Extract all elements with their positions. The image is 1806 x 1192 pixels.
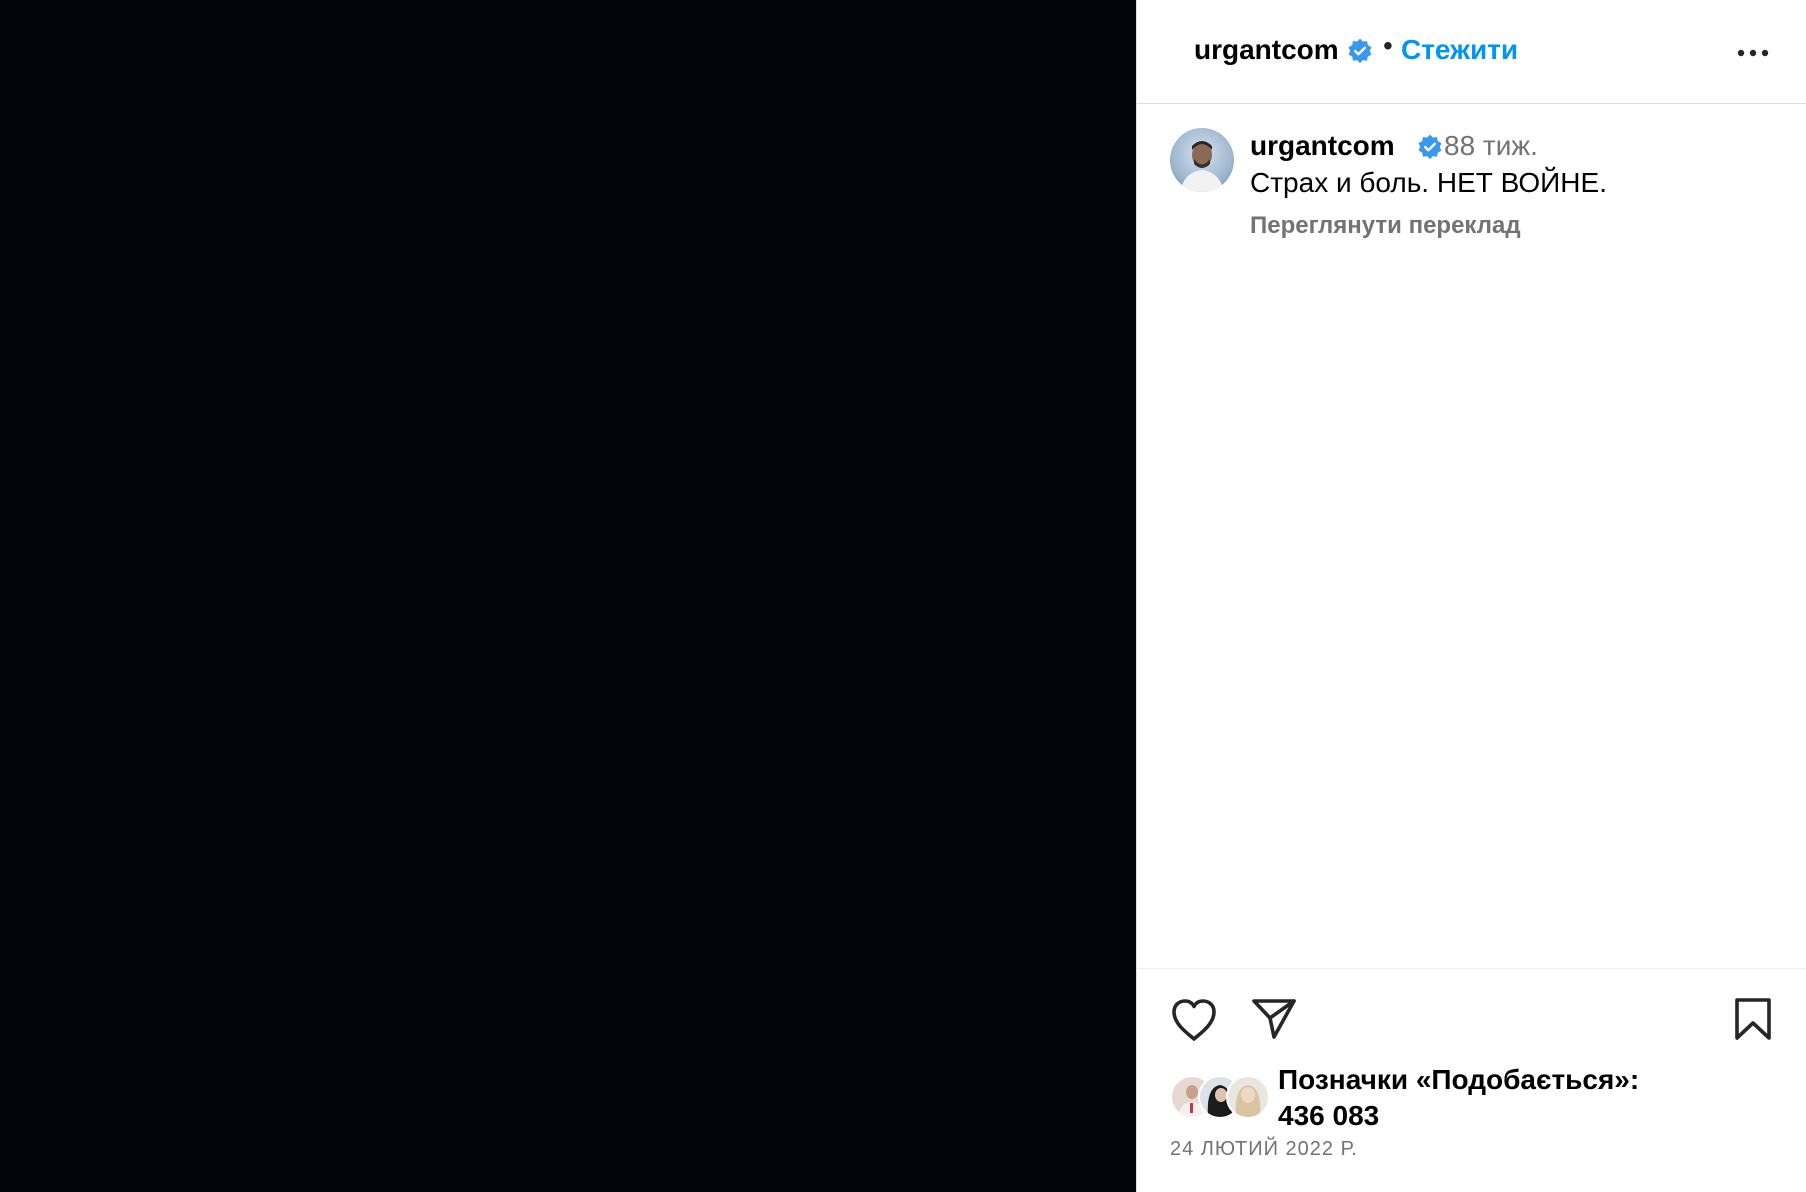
post-media[interactable] — [0, 0, 1136, 1192]
header-separator-dot: • — [1383, 30, 1393, 61]
liked-by-avatars[interactable] — [1170, 1075, 1274, 1119]
likes-count[interactable]: 436 083 — [1278, 1100, 1379, 1132]
verified-badge-icon — [1348, 38, 1372, 64]
more-options-icon[interactable] — [1735, 36, 1771, 70]
post-date[interactable]: 24 ЛЮТИЙ 2022 Р. — [1170, 1138, 1358, 1161]
avatar[interactable] — [1170, 128, 1234, 192]
post-side-panel: urgantcom • Стежити urgantcom 88 тиж. Ст… — [1136, 0, 1806, 1192]
post-header: urgantcom • Стежити — [1137, 0, 1806, 104]
likes-label[interactable]: Позначки «Подобається»: — [1278, 1064, 1639, 1096]
post-time[interactable]: 88 тиж. — [1444, 130, 1538, 162]
bookmark-icon[interactable] — [1733, 996, 1773, 1042]
paper-plane-icon[interactable] — [1250, 997, 1298, 1041]
follow-button[interactable]: Стежити — [1401, 34, 1518, 66]
heart-icon[interactable] — [1170, 998, 1218, 1042]
actions-divider — [1137, 968, 1806, 969]
see-translation-link[interactable]: Переглянути переклад — [1250, 212, 1521, 240]
header-username[interactable]: urgantcom — [1194, 34, 1339, 66]
caption-text: Страх и боль. НЕТ ВОЙНЕ. — [1250, 167, 1607, 198]
liker-avatar[interactable] — [1226, 1075, 1270, 1119]
caption-username[interactable]: urgantcom — [1250, 130, 1395, 162]
verified-badge-icon — [1418, 134, 1442, 160]
